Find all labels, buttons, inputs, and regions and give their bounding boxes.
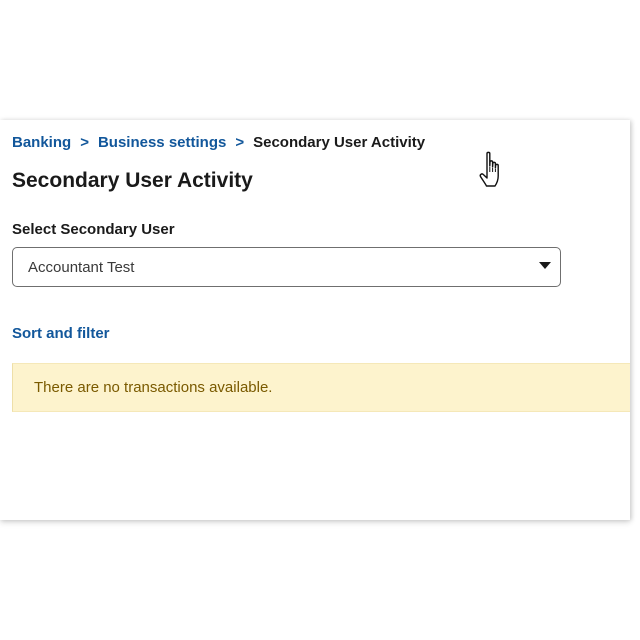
breadcrumb-link-business-settings[interactable]: Business settings — [98, 134, 226, 151]
caret-down-icon — [539, 262, 551, 269]
breadcrumb-link-banking[interactable]: Banking — [12, 134, 71, 151]
content-panel: Banking > Business settings > Secondary … — [0, 120, 630, 520]
page-background: Banking > Business settings > Secondary … — [0, 0, 640, 640]
breadcrumb-current: Secondary User Activity — [253, 134, 426, 151]
no-transactions-notice: There are no transactions available. — [12, 363, 630, 412]
page-title: Secondary User Activity — [12, 169, 253, 192]
breadcrumb-separator: > — [235, 134, 245, 151]
secondary-user-select[interactable]: Accountant Test — [12, 247, 561, 287]
breadcrumb-separator: > — [80, 134, 89, 151]
breadcrumb: Banking > Business settings > Secondary … — [12, 134, 425, 151]
notice-text: There are no transactions available. — [34, 379, 273, 396]
sort-and-filter-link[interactable]: Sort and filter — [12, 325, 110, 342]
secondary-user-select-label: Select Secondary User — [12, 221, 175, 238]
hand-pointer-cursor-icon — [479, 151, 499, 187]
secondary-user-select-value: Accountant Test — [28, 259, 135, 276]
